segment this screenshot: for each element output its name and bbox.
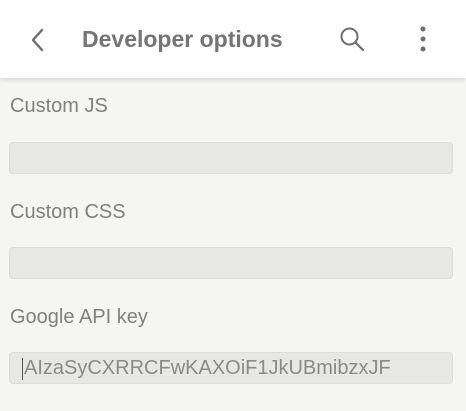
page-title: Developer options <box>82 26 283 52</box>
custom-js-input[interactable] <box>9 142 453 174</box>
google-api-key-value: AIzaSyCXRRCFwKAXOiF1JkUBmibzxJF <box>24 357 391 379</box>
custom-css-label: Custom CSS <box>10 201 126 223</box>
text-cursor <box>22 358 23 380</box>
custom-css-input[interactable] <box>9 247 453 279</box>
chevron-left-icon <box>31 28 44 52</box>
google-api-key-input[interactable]: AIzaSyCXRRCFwKAXOiF1JkUBmibzxJF <box>9 352 453 384</box>
more-options-button[interactable] <box>405 21 441 57</box>
top-app-bar: Developer options <box>0 0 466 78</box>
back-button[interactable] <box>20 22 56 58</box>
more-vertical-icon <box>420 26 426 52</box>
search-button[interactable] <box>334 21 370 57</box>
app-window: Developer options Custom JS Custom CSS G… <box>0 0 466 411</box>
search-icon <box>340 27 365 52</box>
custom-js-label: Custom JS <box>10 95 108 117</box>
google-api-key-label: Google API key <box>10 306 148 328</box>
